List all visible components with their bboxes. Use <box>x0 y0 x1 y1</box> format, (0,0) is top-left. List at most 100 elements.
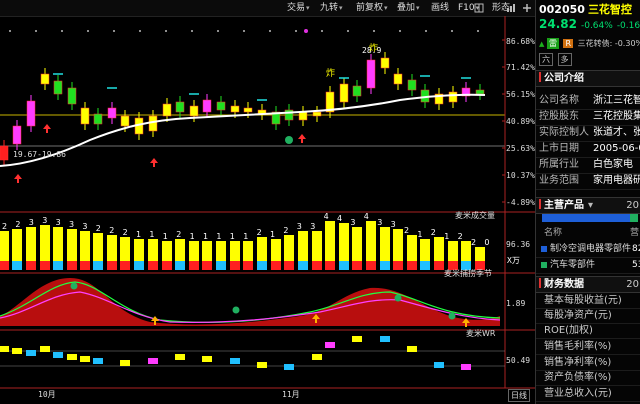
volume-base-bar <box>26 261 36 270</box>
mini-buttons: 六 多 <box>539 53 572 66</box>
grid-dot <box>165 30 167 32</box>
plus-icon[interactable] <box>522 3 532 13</box>
candle-body <box>448 91 458 103</box>
r-tag[interactable]: R <box>563 39 574 48</box>
price-tick: 71.42% <box>506 63 535 72</box>
wr-bar <box>380 336 390 342</box>
company-section-header[interactable]: 公司介绍 <box>536 70 640 87</box>
volume-count-label: 4 <box>324 212 329 221</box>
volume-bar <box>80 231 90 261</box>
products-dropdown[interactable]: ▾ <box>588 200 593 211</box>
volume-bar <box>175 239 185 261</box>
volume-base-bar <box>339 261 349 270</box>
volume-bar <box>271 239 281 261</box>
finance-item[interactable]: 营业总收入(元) <box>536 387 640 402</box>
candle-body <box>202 99 212 113</box>
volume-base-bar <box>257 261 267 270</box>
draw-line-button[interactable]: 画线 <box>431 1 449 15</box>
section-marker <box>539 278 541 288</box>
price-change: -0.16 <box>616 21 640 31</box>
wr-bar <box>120 360 130 366</box>
adjust-button[interactable]: 前复权▾ <box>356 1 388 15</box>
wr-bar <box>312 354 322 360</box>
candle-body <box>107 107 117 119</box>
candle-body <box>312 111 322 117</box>
volume-base-bar <box>216 261 226 270</box>
volume-base-bar <box>420 261 430 270</box>
bars-icon[interactable] <box>506 3 516 13</box>
section-marker <box>539 199 541 209</box>
volume-count-label: 1 <box>203 232 208 241</box>
wr-bar <box>53 352 63 358</box>
product-row[interactable]: 制冷空调电器零部件82 <box>536 241 640 258</box>
stock-info-panel: 002050 三花智控 24.82 -0.64% -0.16 ▲ 雷 R 三花转债: … <box>535 0 640 404</box>
volume-bar <box>420 239 430 261</box>
finance-item[interactable]: 销售毛利率(%) <box>536 340 640 355</box>
candle-body <box>0 145 9 161</box>
volume-base-bar <box>175 261 185 270</box>
finance-item[interactable]: 每股净资产(元) <box>536 309 640 324</box>
volume-base-bar <box>312 261 322 270</box>
volume-count-label: 3 <box>42 216 47 225</box>
volume-base-bar <box>434 261 444 270</box>
grid-dot <box>139 30 141 32</box>
finance-item[interactable]: ROE(加权) <box>536 324 640 339</box>
candle-body <box>93 113 103 125</box>
volume-count-label: 3 <box>377 218 382 227</box>
bond-change[interactable]: 三花转债: -0.30% <box>578 39 640 48</box>
volume-bar <box>0 231 9 261</box>
finance-item[interactable]: 基本每股收益(元) <box>536 294 640 309</box>
volume-bar <box>107 235 117 261</box>
stock-name: 三花智控 <box>587 3 632 16</box>
quote-line: 24.82 -0.64% -0.16 <box>539 17 640 31</box>
grid-dot <box>451 30 453 32</box>
company-row: 业务范围家用电器研发 <box>536 173 640 190</box>
wr-bar <box>0 346 9 352</box>
up-arrow-marker <box>43 124 51 133</box>
candle-body <box>243 107 253 113</box>
finance-item[interactable]: 销售净利率(%) <box>536 356 640 371</box>
finance-item[interactable]: 资产负债率(%) <box>536 371 640 386</box>
volume-count-label: 2 <box>283 226 288 235</box>
book-icon[interactable] <box>474 3 484 13</box>
volume-bar <box>434 237 444 261</box>
overlay-button[interactable]: 叠加▾ <box>397 1 420 15</box>
duo-button[interactable]: 多 <box>557 53 572 66</box>
x-axis-label: 11月 <box>282 390 300 399</box>
volume-bar <box>352 227 362 261</box>
candle-body <box>67 87 77 105</box>
up-arrow-marker <box>298 134 306 143</box>
volume-bar <box>243 241 253 261</box>
stock-title: 002050 三花智控 <box>539 1 632 17</box>
wr-bar <box>230 358 240 364</box>
current-price: 24.82 <box>539 17 577 31</box>
trade-button[interactable]: 交易▾ <box>287 1 310 15</box>
volume-count-label: 0 <box>484 238 489 247</box>
lei-tag[interactable]: 雷 <box>546 38 559 49</box>
volume-count-label: 1 <box>149 230 154 239</box>
price-tick: 10.37% <box>506 171 535 180</box>
volume-base-bar <box>148 261 158 270</box>
tag-row: ▲ 雷 R 三花转债: -0.30% <box>539 38 640 49</box>
kline-chart[interactable]: 2233333222111211111212334434332121220 86… <box>0 16 535 404</box>
candle-body <box>407 79 417 91</box>
volume-base-bar <box>230 261 240 270</box>
period-button[interactable]: 日线 <box>508 389 530 402</box>
finance-section-header[interactable]: 财务数据 20 <box>536 276 640 293</box>
volume-panel-label: 麦米成交量 <box>455 211 495 220</box>
candle-body <box>53 80 63 95</box>
candle-body <box>80 107 90 125</box>
volume-count-label: 2 <box>458 232 463 241</box>
six-button[interactable]: 六 <box>539 53 553 66</box>
grid-dot <box>295 30 297 32</box>
volume-count-label: 1 <box>136 230 141 239</box>
volume-base-bar <box>134 261 144 270</box>
volume-base-bar <box>284 261 294 270</box>
moving-average-line <box>0 93 486 167</box>
product-row[interactable]: 汽车零部件53 <box>536 257 640 274</box>
grid-dot <box>217 30 219 32</box>
volume-bar <box>120 237 130 261</box>
nine-turn-button[interactable]: 九转▾ <box>320 1 343 15</box>
products-section-header[interactable]: 主营产品 ▾ 20 <box>536 197 640 214</box>
volume-base-bar <box>12 261 22 270</box>
